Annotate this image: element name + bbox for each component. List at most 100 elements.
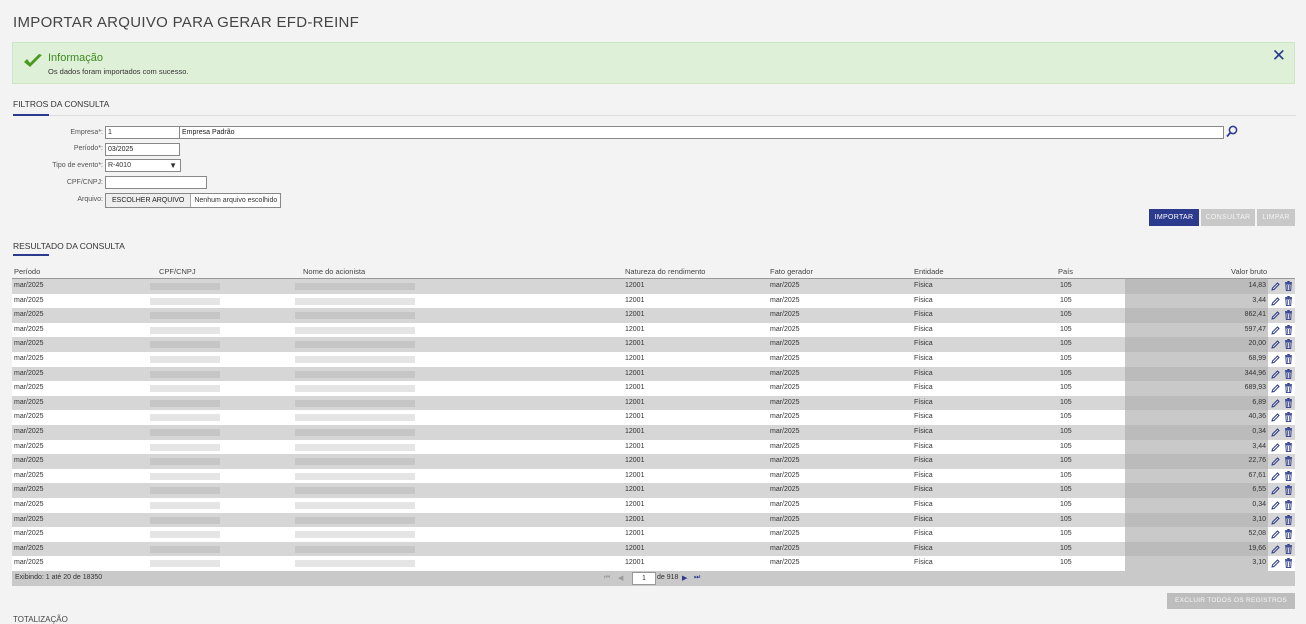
delete-all-button[interactable]: EXCLUIR TODOS OS REGISTROS <box>1167 593 1295 609</box>
cell-valor: 862,41 <box>1125 308 1268 323</box>
cell-pais: 105 <box>1060 384 1072 392</box>
table-row[interactable]: mar/2025 12001 mar/2025 Física 105 6,55 <box>12 483 1295 498</box>
filters-divider <box>13 115 1296 116</box>
redacted-nome <box>295 312 415 320</box>
col-natureza[interactable]: Natureza do rendimento <box>625 267 705 276</box>
cell-fato: mar/2025 <box>770 471 800 479</box>
table-row[interactable]: mar/2025 12001 mar/2025 Física 105 3,10 <box>12 512 1295 528</box>
cell-entidade: Física <box>914 442 933 450</box>
table-row[interactable]: mar/2025 12001 mar/2025 Física 105 597,47 <box>12 322 1295 338</box>
col-valor[interactable]: Valor bruto <box>1231 267 1267 276</box>
cell-fato: mar/2025 <box>770 427 800 435</box>
cell-pais: 105 <box>1060 530 1072 538</box>
cell-valor: 19,66 <box>1125 541 1268 557</box>
prev-page-icon[interactable]: ◀ <box>618 574 623 582</box>
redacted-cpf <box>150 326 220 334</box>
table-row[interactable]: mar/2025 12001 mar/2025 Física 105 344,96 <box>12 366 1295 382</box>
table-row[interactable]: mar/2025 12001 mar/2025 Física 105 0,34 <box>12 497 1295 513</box>
cell-pais: 105 <box>1060 282 1072 289</box>
empresa-code-input[interactable]: 1 <box>105 126 180 139</box>
table-row[interactable]: mar/2025 12001 mar/2025 Física 105 19,66 <box>12 541 1295 557</box>
cell-pais: 105 <box>1060 442 1072 450</box>
table-row[interactable]: mar/2025 12001 mar/2025 Física 105 6,89 <box>12 395 1295 411</box>
col-cpf[interactable]: CPF/CNPJ <box>159 267 196 276</box>
cell-natureza: 12001 <box>625 413 645 421</box>
cpf-input[interactable] <box>105 176 207 189</box>
col-entidade[interactable]: Entidade <box>914 267 944 276</box>
importar-button[interactable]: IMPORTAR <box>1149 209 1199 226</box>
next-page-icon[interactable]: ▶ <box>682 574 687 582</box>
tipo-evento-label: Tipo de evento*: <box>52 162 103 169</box>
cell-natureza: 12001 <box>625 544 645 552</box>
cell-valor: 3,44 <box>1125 439 1268 455</box>
cell-natureza: 12001 <box>625 398 645 406</box>
cell-natureza: 12001 <box>625 354 645 362</box>
cell-pais: 105 <box>1060 413 1072 421</box>
close-icon[interactable]: ✕ <box>1272 47 1286 65</box>
table-row[interactable]: mar/2025 12001 mar/2025 Física 105 0,34 <box>12 424 1295 440</box>
table-row[interactable]: mar/2025 12001 mar/2025 Física 105 3,10 <box>12 556 1295 571</box>
page-title: IMPORTAR ARQUIVO PARA GERAR EFD-REINF <box>13 14 360 31</box>
tipo-evento-value: R-4010 <box>108 162 131 169</box>
col-pais[interactable]: País <box>1058 267 1073 276</box>
search-icon[interactable] <box>1226 125 1238 143</box>
table-row[interactable]: mar/2025 12001 mar/2025 Física 105 22,76 <box>12 454 1295 469</box>
col-nome[interactable]: Nome do acionista <box>303 267 365 276</box>
table-row[interactable]: mar/2025 12001 mar/2025 Física 105 52,08 <box>12 527 1295 542</box>
cell-fato: mar/2025 <box>770 559 800 567</box>
cell-periodo: mar/2025 <box>14 457 44 465</box>
cell-pais: 105 <box>1060 486 1072 494</box>
cell-fato: mar/2025 <box>770 486 800 494</box>
filters-underline <box>13 114 49 116</box>
results-section-title: RESULTADO DA CONSULTA <box>13 241 125 251</box>
cell-periodo: mar/2025 <box>14 369 44 377</box>
first-page-icon[interactable]: ⏮ <box>604 574 610 582</box>
periodo-input[interactable]: 03/2025 <box>105 143 180 156</box>
redacted-nome <box>295 531 415 539</box>
redacted-nome <box>295 385 415 393</box>
cell-valor: 52,08 <box>1125 527 1268 542</box>
col-fato[interactable]: Fato gerador <box>770 267 813 276</box>
cell-pais: 105 <box>1060 311 1072 319</box>
redacted-nome <box>295 326 415 334</box>
table-row[interactable]: mar/2025 12001 mar/2025 Física 105 3,44 <box>12 293 1295 309</box>
table-row[interactable]: mar/2025 12001 mar/2025 Física 105 68,99 <box>12 351 1295 367</box>
col-periodo[interactable]: Período <box>14 267 40 276</box>
cell-valor: 6,55 <box>1125 483 1268 498</box>
cell-entidade: Física <box>914 544 933 552</box>
redacted-nome <box>295 283 415 290</box>
limpar-button[interactable]: LIMPAR <box>1257 209 1295 226</box>
page-input[interactable]: 1 <box>632 572 656 585</box>
redacted-cpf <box>150 487 220 495</box>
table-row[interactable]: mar/2025 12001 mar/2025 Física 105 3,44 <box>12 439 1295 455</box>
empresa-name-input[interactable]: Empresa Padrão <box>179 126 1224 139</box>
cell-valor: 20,00 <box>1125 337 1268 352</box>
redacted-cpf <box>150 341 220 349</box>
cell-entidade: Física <box>914 486 933 494</box>
table-row[interactable]: mar/2025 12001 mar/2025 Física 105 14,83 <box>12 279 1295 294</box>
cell-entidade: Física <box>914 500 933 508</box>
cell-natureza: 12001 <box>625 515 645 523</box>
table-header: Período CPF/CNPJ Nome do acionista Natur… <box>12 265 1295 279</box>
table-row[interactable]: mar/2025 12001 mar/2025 Física 105 40,36 <box>12 410 1295 425</box>
cell-pais: 105 <box>1060 559 1072 567</box>
cell-natureza: 12001 <box>625 427 645 435</box>
cell-entidade: Física <box>914 559 933 567</box>
cell-pais: 105 <box>1060 544 1072 552</box>
cell-natureza: 12001 <box>625 486 645 494</box>
file-input[interactable]: ESCOLHER ARQUIVO Nenhum arquivo escolhido <box>105 193 282 208</box>
cell-entidade: Física <box>914 427 933 435</box>
table-row[interactable]: mar/2025 12001 mar/2025 Física 105 20,00 <box>12 337 1295 352</box>
choose-file-button[interactable]: ESCOLHER ARQUIVO <box>106 194 192 207</box>
cell-fato: mar/2025 <box>770 515 800 523</box>
cell-fato: mar/2025 <box>770 398 800 406</box>
cell-entidade: Física <box>914 515 933 523</box>
tipo-evento-select[interactable]: R-4010 ▼ <box>105 159 181 172</box>
alert-message: Os dados foram importados com sucesso. <box>48 67 189 76</box>
table-row[interactable]: mar/2025 12001 mar/2025 Física 105 862,41 <box>12 308 1295 323</box>
cell-fato: mar/2025 <box>770 282 800 289</box>
table-row[interactable]: mar/2025 12001 mar/2025 Física 105 67,61 <box>12 468 1295 484</box>
table-row[interactable]: mar/2025 12001 mar/2025 Física 105 689,93 <box>12 381 1295 396</box>
consultar-button[interactable]: CONSULTAR <box>1201 209 1255 226</box>
last-page-icon[interactable]: ⏭ <box>694 574 700 582</box>
